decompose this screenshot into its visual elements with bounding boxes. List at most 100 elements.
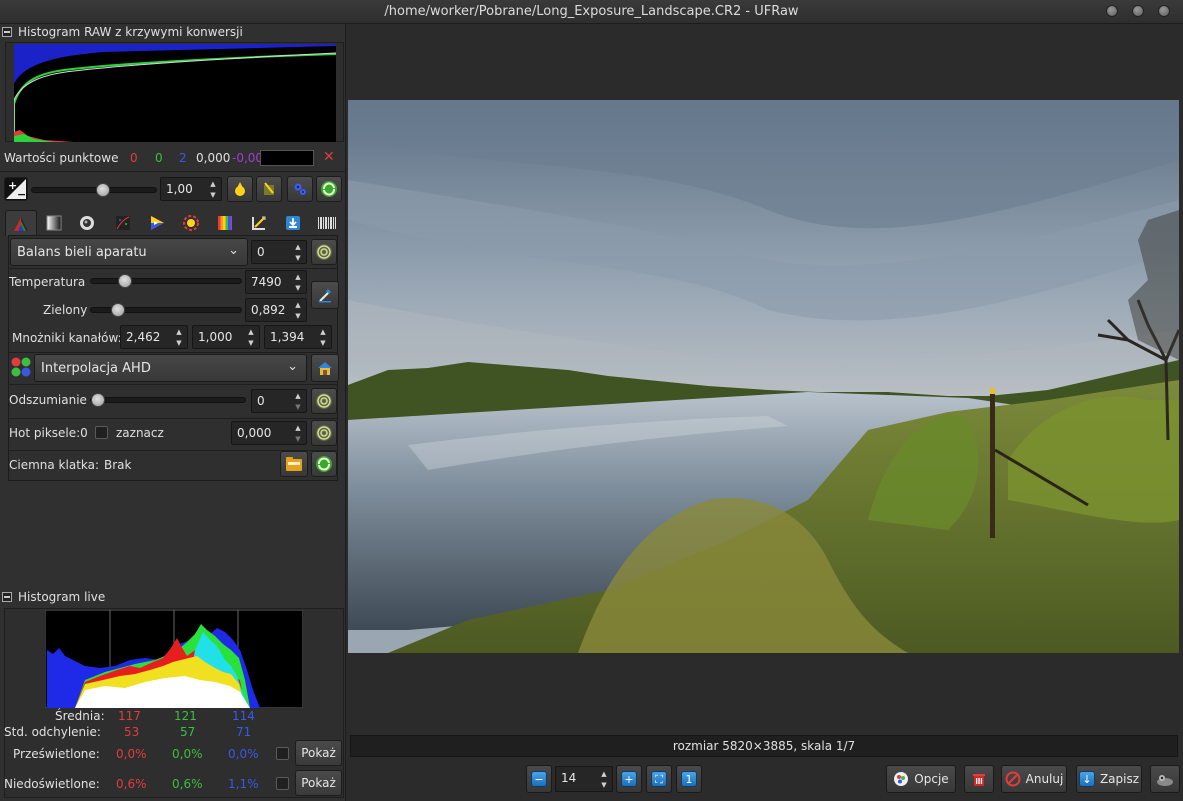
exposure-slider[interactable] [31, 183, 157, 197]
zoom-100-icon: 1 [681, 771, 697, 787]
spot-wb-button[interactable] [311, 281, 339, 309]
zoom-fit-button[interactable]: ⛶ [646, 765, 672, 793]
interpolation-combo[interactable]: Interpolacja AHD ⌄ [34, 354, 307, 382]
crop-icon [252, 216, 266, 230]
settings-gear-button[interactable] [287, 176, 313, 202]
under-r: 0,6% [116, 777, 147, 791]
wb-preset-combo[interactable]: Balans bieli aparatu ⌄ [10, 238, 248, 266]
landscape-photo [348, 100, 1179, 653]
spin-down-icon[interactable]: ▼ [292, 402, 304, 412]
reset-dark-frame-button[interactable] [311, 451, 337, 477]
spin-down-icon[interactable]: ▼ [173, 338, 185, 348]
spin-down-icon[interactable]: ▼ [292, 253, 304, 263]
spin-up-icon[interactable]: ▲ [292, 272, 304, 282]
show-overexposed-button[interactable]: Pokaż [295, 740, 342, 766]
exposure-spin[interactable]: 1,00 ▲ ▼ [160, 177, 222, 201]
zoom-100-button[interactable]: 1 [676, 765, 702, 793]
temperature-slider-knob[interactable] [118, 274, 132, 288]
auto-exposure-button[interactable] [227, 176, 253, 202]
minimize-button[interactable] [1106, 5, 1118, 17]
options-button[interactable]: Opcje [886, 765, 956, 793]
multiplier-r-spin[interactable]: 2,462 ▲ ▼ [120, 325, 188, 349]
point-values-label: Wartości punktowe [4, 151, 119, 165]
wb-preset-value: Balans bieli aparatu [17, 245, 147, 260]
maximize-button[interactable] [1132, 5, 1144, 17]
tool-tabs [5, 210, 341, 236]
denoise-slider-knob[interactable] [91, 393, 105, 407]
zoom-value: 14 [561, 771, 577, 785]
spin-down-icon[interactable]: ▼ [207, 190, 219, 200]
multiplier-g-spin[interactable]: 1,000 ▲ ▼ [192, 325, 260, 349]
spin-up-icon[interactable]: ▲ [292, 391, 304, 401]
reset-exposure-button[interactable] [316, 176, 342, 202]
temperature-label: Temperatura [9, 275, 86, 289]
spin-up-icon[interactable]: ▲ [292, 242, 304, 252]
cancel-button[interactable]: Anuluj [1001, 765, 1067, 793]
raw-histogram-expander[interactable]: Histogram RAW z krzywymi konwersji [2, 25, 243, 43]
live-histogram-expander[interactable]: Histogram live [2, 590, 105, 608]
spin-up-icon[interactable]: ▲ [598, 769, 610, 779]
spin-up-icon[interactable]: ▲ [292, 423, 304, 433]
green-slider[interactable] [90, 303, 242, 317]
spin-down-icon[interactable]: ▼ [292, 434, 304, 444]
color-adjust-icon [183, 215, 199, 231]
divider [8, 268, 338, 269]
multiplier-b-spin[interactable]: 1,394 ▲ ▼ [264, 325, 332, 349]
tab-crop[interactable] [243, 210, 275, 236]
interpolation-options-button[interactable] [311, 354, 339, 382]
tab-save[interactable] [277, 210, 309, 236]
clear-point-icon[interactable]: ✕ [323, 149, 335, 165]
spin-down-icon[interactable]: ▼ [292, 311, 304, 321]
exposure-slider-knob[interactable] [96, 183, 110, 197]
spin-up-icon[interactable]: ▲ [317, 327, 329, 337]
show-underexposed-button[interactable]: Pokaż [295, 770, 342, 796]
show-overexposed-checkbox[interactable] [276, 747, 289, 760]
close-button[interactable] [1158, 5, 1170, 17]
tab-curves[interactable] [209, 210, 241, 236]
tab-color-adjust[interactable] [175, 210, 207, 236]
std-g: 57 [180, 725, 196, 739]
reset-hot-pixels-button[interactable] [311, 420, 337, 446]
restore-highlights-button[interactable] [256, 176, 282, 202]
save-button[interactable]: ↓ Zapisz [1076, 765, 1142, 793]
save-label: Zapisz [1099, 772, 1140, 786]
zoom-spin[interactable]: 14 ▲ ▼ [555, 766, 613, 792]
delete-button[interactable] [964, 765, 994, 793]
image-preview[interactable] [348, 100, 1179, 653]
tab-color-management[interactable] [141, 210, 173, 236]
spin-up-icon[interactable]: ▲ [207, 179, 219, 189]
reset-wb-button[interactable] [311, 239, 337, 265]
mark-hot-pixels-checkbox[interactable] [95, 426, 108, 439]
mean-r: 117 [118, 709, 141, 723]
wb-fine-tune-spin[interactable]: 0 ▲ ▼ [251, 240, 307, 264]
wb-fine-tune-value: 0 [257, 245, 265, 259]
show-underexposed-checkbox[interactable] [276, 777, 289, 790]
spin-down-icon[interactable]: ▼ [598, 780, 610, 790]
green-value: 0,892 [251, 303, 286, 317]
tab-grayscale[interactable] [38, 210, 70, 236]
save-tab-icon [286, 216, 300, 230]
hot-pixels-spin[interactable]: 0,000 ▲ ▼ [231, 421, 307, 445]
spin-up-icon[interactable]: ▲ [245, 327, 257, 337]
spin-down-icon[interactable]: ▼ [292, 283, 304, 293]
gimp-button[interactable] [1150, 765, 1180, 793]
tab-base-curve[interactable] [107, 210, 139, 236]
spin-down-icon[interactable]: ▼ [317, 338, 329, 348]
spin-up-icon[interactable]: ▲ [173, 327, 185, 337]
spin-up-icon[interactable]: ▲ [292, 300, 304, 310]
tab-exif[interactable] [311, 210, 343, 236]
tab-white-balance[interactable] [5, 210, 37, 236]
temperature-spin[interactable]: 7490 ▲ ▼ [245, 270, 307, 294]
reset-denoise-button[interactable] [311, 388, 337, 414]
green-slider-knob[interactable] [111, 303, 125, 317]
denoise-spin[interactable]: 0 ▲ ▼ [251, 389, 307, 413]
denoise-slider[interactable] [90, 393, 246, 407]
green-spin[interactable]: 0,892 ▲ ▼ [245, 298, 307, 322]
temperature-slider[interactable] [90, 274, 242, 288]
spin-down-icon[interactable]: ▼ [245, 338, 257, 348]
zoom-out-button[interactable]: − [526, 765, 552, 793]
tab-lens[interactable] [71, 210, 103, 236]
load-dark-frame-button[interactable] [280, 451, 308, 477]
raw-histogram-title: Histogram RAW z krzywymi konwersji [18, 25, 243, 39]
zoom-in-button[interactable]: + [616, 765, 642, 793]
